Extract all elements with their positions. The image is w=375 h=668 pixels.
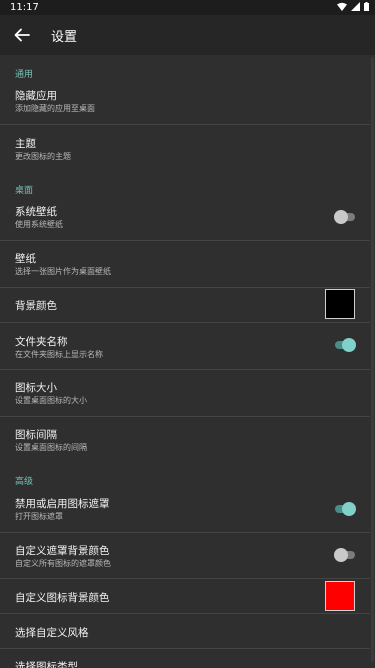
status-icons [337,2,369,11]
setting-wallpaper[interactable]: 壁纸 选择一张图片作为桌面壁纸 [0,241,370,287]
setting-title: 自定义图标背景颜色 [15,592,110,604]
battery-icon [364,2,369,11]
setting-title: 禁用或启用图标遮罩 [15,498,110,510]
setting-custom-style[interactable]: 选择自定义风格 [0,614,370,648]
app-bar: 设置 [0,15,375,55]
setting-background-color[interactable]: 背景颜色 [0,288,370,322]
setting-subtitle: 选择一张图片作为桌面壁纸 [15,267,111,276]
icon-background-swatch[interactable] [325,581,355,611]
setting-mask-background[interactable]: 自定义遮罩背景颜色 自定义所有图标的遮罩颜色 [0,533,370,578]
setting-subtitle: 自定义所有图标的遮罩颜色 [15,559,111,568]
mask-background-toggle[interactable] [334,548,356,562]
section-header-general: 通用 [15,70,34,80]
section-header-advanced: 高级 [15,477,34,487]
setting-icon-size[interactable]: 图标大小 设置桌面图标的大小 [0,370,370,416]
toggle-thumb [342,502,356,516]
settings-list[interactable]: 通用 隐藏应用 添加隐藏的应用至桌面 主题 更改图标的主题 桌面 系统壁纸 使用… [0,55,370,668]
setting-subtitle: 设置桌面图标的间隔 [15,443,87,452]
status-time: 11:17 [10,2,39,13]
setting-theme[interactable]: 主题 更改图标的主题 [0,125,370,172]
setting-subtitle: 更改图标的主题 [15,152,71,161]
system-wallpaper-toggle[interactable] [334,210,356,224]
setting-hide-apps[interactable]: 隐藏应用 添加隐藏的应用至桌面 [0,82,370,124]
setting-title: 背景颜色 [15,300,57,312]
status-bar: 11:17 [0,0,375,15]
background-color-swatch[interactable] [325,289,355,319]
icon-mask-toggle[interactable] [334,502,356,516]
setting-subtitle: 使用系统壁纸 [15,220,63,229]
toggle-thumb [342,338,356,352]
setting-title: 选择图标类型 [15,661,78,668]
setting-system-wallpaper[interactable]: 系统壁纸 使用系统壁纸 [0,196,370,240]
toggle-thumb [334,548,348,562]
folder-name-toggle[interactable] [334,338,356,352]
setting-title: 自定义遮罩背景颜色 [15,545,110,557]
setting-subtitle: 添加隐藏的应用至桌面 [15,104,95,113]
setting-folder-name[interactable]: 文件夹名称 在文件夹图标上显示名称 [0,323,370,369]
setting-subtitle: 设置桌面图标的大小 [15,396,87,405]
signal-icon [351,2,360,11]
setting-icon-background[interactable]: 自定义图标背景颜色 [0,579,370,613]
setting-icon-type[interactable]: 选择图标类型 [0,649,370,668]
section-header-desktop: 桌面 [15,186,34,196]
setting-title: 系统壁纸 [15,206,57,218]
setting-title: 选择自定义风格 [15,627,89,639]
setting-subtitle: 打开图标遮罩 [15,512,63,521]
setting-subtitle: 在文件夹图标上显示名称 [15,350,103,359]
setting-title: 隐藏应用 [15,90,57,102]
setting-title: 主题 [15,138,36,150]
wifi-icon [337,2,347,11]
page-title: 设置 [51,30,78,45]
setting-title: 壁纸 [15,253,36,265]
scrollbar[interactable] [371,57,374,662]
setting-title: 图标大小 [15,382,57,394]
setting-title: 图标间隔 [15,429,57,441]
toggle-thumb [334,210,348,224]
setting-icon-spacing[interactable]: 图标间隔 设置桌面图标的间隔 [0,417,370,464]
setting-title: 文件夹名称 [15,336,68,348]
arrow-left-icon[interactable] [13,26,31,44]
setting-icon-mask[interactable]: 禁用或启用图标遮罩 打开图标遮罩 [0,488,370,532]
